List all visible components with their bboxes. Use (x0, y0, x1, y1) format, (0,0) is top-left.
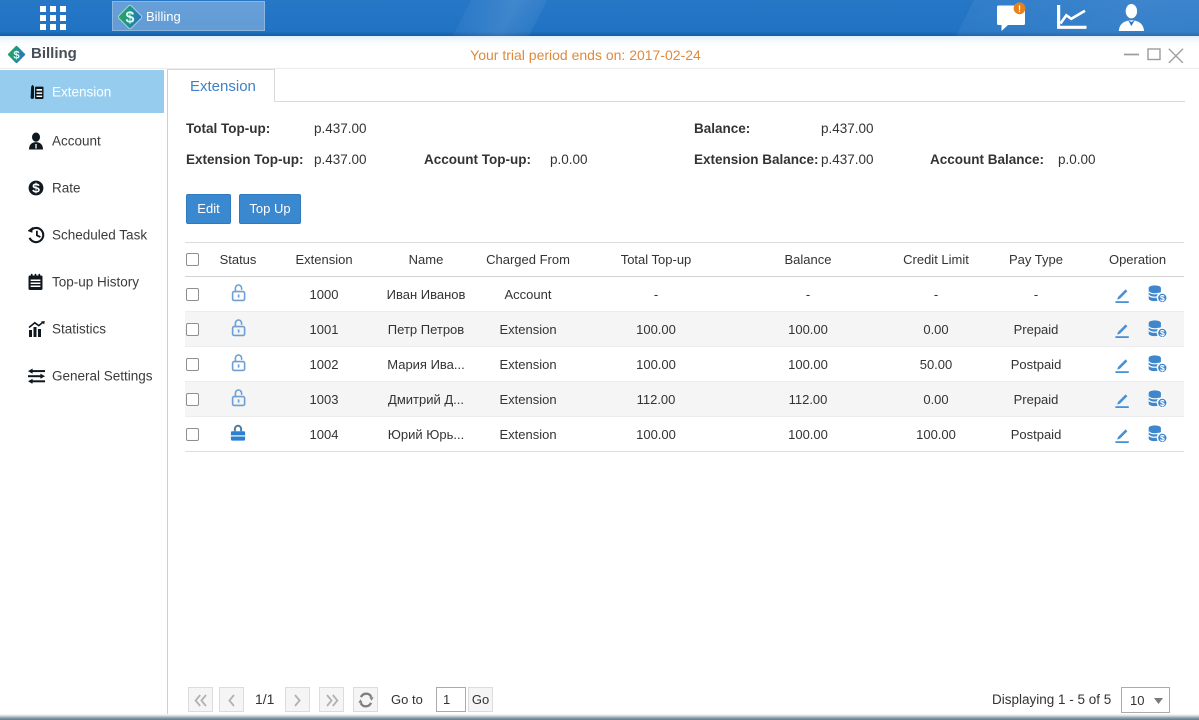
svg-text:$: $ (1159, 292, 1164, 302)
svg-text:$: $ (1159, 362, 1164, 372)
svg-text:$: $ (126, 10, 135, 27)
svg-text:$: $ (1159, 397, 1164, 407)
svg-text:!: ! (1018, 4, 1021, 14)
svg-text:$: $ (1159, 432, 1164, 442)
svg-text:$: $ (1159, 327, 1164, 337)
